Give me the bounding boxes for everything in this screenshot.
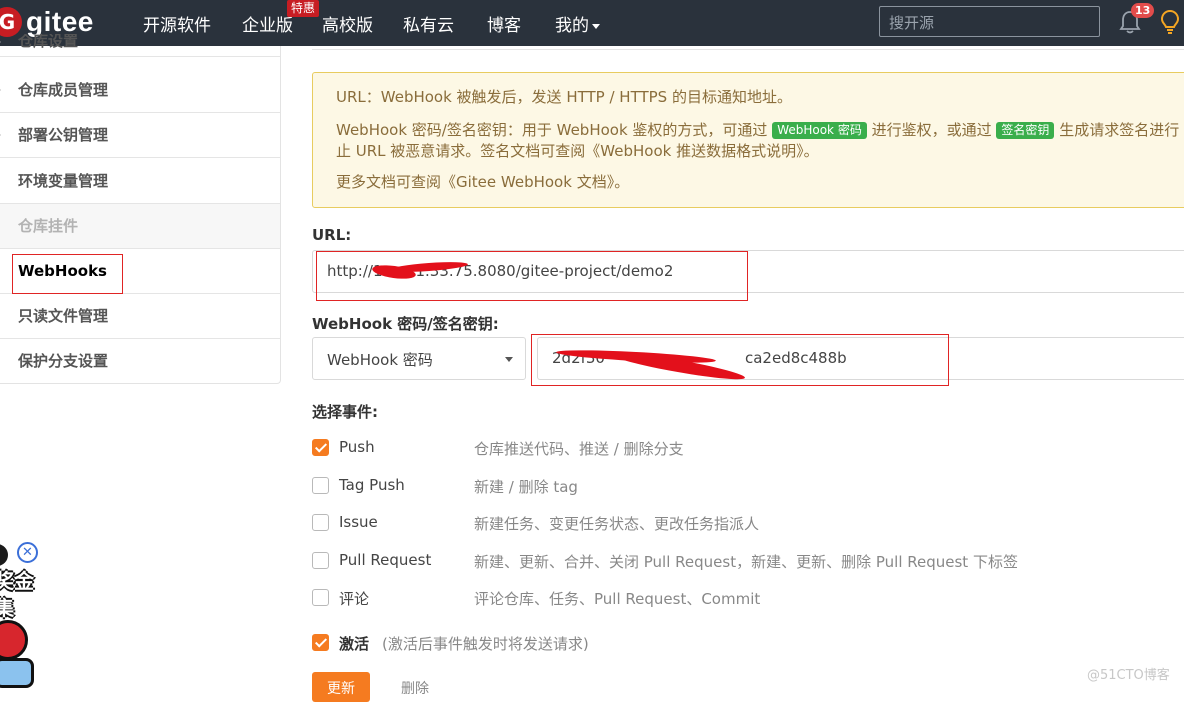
activate-label: 激活 [339, 635, 370, 653]
sidebar-item-label: 只读文件管理 [18, 307, 109, 325]
url-label: URL: [312, 226, 352, 244]
secret-type-select[interactable]: WebHook 密码 [312, 337, 526, 380]
chevron-right-icon [0, 38, 1, 46]
nav-open-source[interactable]: 开源软件 [143, 11, 211, 36]
floating-ad[interactable]: ✕ 奖金 集 [0, 540, 46, 689]
secret-type-value: WebHook 密码 [327, 351, 433, 369]
sidebar-item-deploy-keys[interactable]: 部署公钥管理 [0, 113, 280, 158]
search-input[interactable]: 搜开源 [879, 6, 1100, 37]
notice-url-line: URL：WebHook 被触发后，发送 HTTP / HTTPS 的目标通知地址… [336, 88, 792, 106]
sidebar-item-widgets: 仓库挂件 [0, 204, 280, 249]
nav-private-cloud[interactable]: 私有云 [403, 11, 454, 36]
info-notice: URL：WebHook 被触发后，发送 HTTP / HTTPS 的目标通知地址… [312, 72, 1184, 208]
webhook-password-pill: WebHook 密码 [772, 122, 867, 139]
nav-mine-label: 我的 [555, 16, 589, 36]
sidebar-item-protected-branches[interactable]: 保护分支设置 [0, 339, 280, 384]
annotation-box-url [316, 251, 748, 301]
notification-count-badge: 13 [1131, 3, 1155, 18]
sidebar-item-repo-settings[interactable]: 仓库设置 [0, 34, 280, 57]
nav-mine[interactable]: 我的 [555, 11, 600, 36]
activate-hint: (激活后事件触发时将发送请求) [382, 635, 589, 653]
comment-checkbox[interactable] [312, 589, 329, 606]
event-desc: 新建、更新、合并、关闭 Pull Request，新建、更新、删除 Pull R… [474, 553, 1018, 571]
event-desc: 仓库推送代码、推送 / 删除分支 [474, 440, 684, 458]
ad-text-2: 集 [0, 596, 14, 620]
sidebar-item-label: 保护分支设置 [18, 352, 109, 370]
event-name: Push [339, 438, 375, 456]
notice-text: 进行鉴权，或通过 [871, 121, 992, 139]
annotation-box-secret [531, 334, 949, 386]
close-icon[interactable]: ✕ [17, 542, 38, 563]
sidebar-item-label: 仓库设置 [18, 34, 79, 50]
push-checkbox[interactable] [312, 439, 329, 456]
sidebar-item-readonly-files[interactable]: 只读文件管理 [0, 294, 280, 339]
secret-label: WebHook 密码/签名密钥: [312, 315, 499, 333]
settings-sidebar: 仓库设置 仓库成员管理 部署公钥管理 环境变量管理 仓库挂件 WebHooks … [0, 34, 281, 384]
notice-text: WebHook 密码/签名密钥：用于 WebHook 鉴权的方式，可通过 [336, 121, 768, 139]
ad-decoration [0, 544, 8, 566]
sidebar-item-label: 环境变量管理 [18, 172, 109, 190]
notice-secret-line: WebHook 密码/签名密钥：用于 WebHook 鉴权的方式，可通过 Web… [336, 120, 1179, 141]
event-name: Pull Request [339, 551, 432, 569]
events-label: 选择事件: [312, 403, 378, 421]
chevron-right-icon [0, 86, 1, 94]
notice-more-docs[interactable]: 更多文档可查阅《Gitee WebHook 文档》。 [336, 172, 1167, 193]
special-offer-badge: 特惠 [287, 0, 320, 17]
event-name: Issue [339, 513, 378, 531]
event-desc: 新建任务、变更任务状态、更改任务指派人 [474, 515, 760, 533]
update-button[interactable]: 更新 [312, 672, 370, 702]
pull-request-checkbox[interactable] [312, 552, 329, 569]
signature-key-pill: 签名密钥 [996, 122, 1055, 139]
nav-education[interactable]: 高校版 [322, 11, 373, 36]
nav-blog[interactable]: 博客 [487, 11, 521, 36]
gitee-logo-icon: G [0, 7, 22, 37]
event-name: 评论 [339, 590, 370, 608]
activate-checkbox[interactable] [312, 634, 329, 651]
annotation-box-webhooks [12, 254, 123, 294]
notice-doc-line[interactable]: 止 URL 被恶意请求。签名文档可查阅《WebHook 推送数据格式说明》。 [336, 141, 1167, 162]
watermark: @51CTO博客 [1087, 668, 1170, 683]
sidebar-item-env-vars[interactable]: 环境变量管理 [0, 159, 280, 204]
nav-enterprise[interactable]: 企业版 [242, 11, 293, 36]
event-name: Tag Push [339, 476, 405, 494]
event-desc: 新建 / 删除 tag [474, 478, 578, 496]
event-desc: 评论仓库、任务、Pull Request、Commit [474, 590, 761, 608]
notice-text: 生成请求签名进行 [1059, 121, 1180, 139]
tag-push-checkbox[interactable] [312, 477, 329, 494]
section-divider [312, 46, 1184, 50]
caret-down-icon [505, 357, 513, 362]
sidebar-item-label: 部署公钥管理 [18, 126, 109, 144]
ad-mascot-cup [0, 658, 34, 688]
chevron-down-icon [592, 23, 600, 29]
sidebar-item-label: 仓库挂件 [18, 217, 79, 235]
ad-text-1: 奖金 [0, 569, 34, 593]
delete-button[interactable]: 删除 [401, 678, 429, 698]
lightbulb-icon[interactable] [1160, 9, 1180, 35]
sidebar-item-label: 仓库成员管理 [18, 81, 109, 99]
issue-checkbox[interactable] [312, 514, 329, 531]
ad-mascot-image [0, 620, 28, 660]
sidebar-item-members[interactable]: 仓库成员管理 [0, 68, 280, 113]
chevron-right-icon [0, 131, 1, 139]
